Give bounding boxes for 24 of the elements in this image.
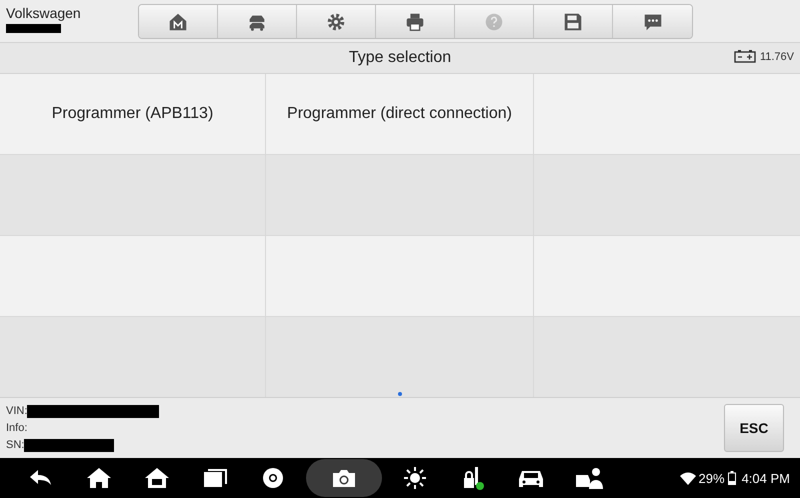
toolbar-button[interactable]	[218, 5, 297, 38]
info-label: SN:	[6, 439, 24, 451]
battery-icon	[734, 50, 756, 63]
redaction-bar	[6, 24, 61, 33]
screen-title: Type selection	[348, 49, 452, 67]
info-label: Info:	[6, 422, 28, 434]
toolbar-button[interactable]	[139, 5, 218, 38]
wifi-icon	[680, 472, 696, 484]
toolbar-button[interactable]	[613, 5, 692, 38]
toolbar-button[interactable]	[376, 5, 455, 38]
vehicle-name: Volkswagen	[6, 5, 82, 21]
toolbar-button[interactable]	[534, 5, 613, 38]
info-label: VIN:	[6, 405, 28, 417]
battery-percent: 29%	[698, 470, 725, 486]
toolbar-button[interactable]	[297, 5, 376, 38]
option-cell[interactable]: Programmer (direct connection)	[266, 74, 533, 154]
taskbar-button[interactable]	[306, 459, 382, 497]
esc-button[interactable]: ESC	[724, 404, 784, 452]
voltage-reading: 11.76V	[760, 50, 794, 62]
person-car-icon	[574, 465, 604, 491]
battery-icon	[728, 471, 736, 485]
page-indicator	[398, 392, 402, 396]
option-cell[interactable]: Programmer (APB113)	[0, 74, 265, 154]
clock: 4:04 PM	[742, 470, 790, 486]
